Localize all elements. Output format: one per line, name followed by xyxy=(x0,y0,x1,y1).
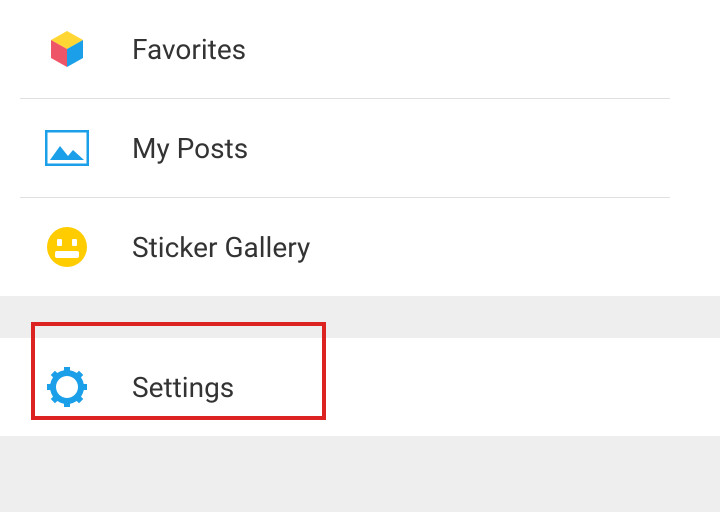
menu-label-sticker-gallery: Sticker Gallery xyxy=(132,231,310,264)
section-gap xyxy=(0,296,720,338)
image-icon xyxy=(42,123,92,173)
cube-icon xyxy=(42,24,92,74)
menu-item-sticker-gallery[interactable]: Sticker Gallery xyxy=(0,198,720,296)
smiley-icon xyxy=(42,222,92,272)
menu-label-settings: Settings xyxy=(132,371,234,404)
menu-label-my-posts: My Posts xyxy=(132,132,248,165)
menu-item-my-posts[interactable]: My Posts xyxy=(0,99,720,197)
menu-item-settings[interactable]: Settings xyxy=(0,338,720,436)
menu-section-1: Favorites My Posts Sticker G xyxy=(0,0,720,296)
gear-icon xyxy=(42,362,92,412)
menu-label-favorites: Favorites xyxy=(132,33,246,66)
menu-item-favorites[interactable]: Favorites xyxy=(0,0,720,98)
menu-section-2: Settings xyxy=(0,338,720,436)
